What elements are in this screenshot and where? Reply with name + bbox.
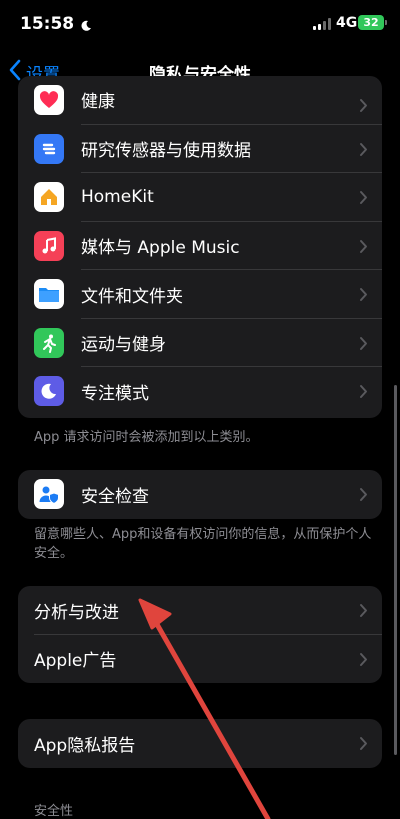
fitness-icon bbox=[34, 327, 64, 358]
row-safety-check[interactable]: 安全检查 bbox=[18, 470, 382, 519]
focus-moon-icon bbox=[80, 17, 92, 36]
chevron-right-icon bbox=[359, 384, 368, 403]
chevron-right-icon bbox=[359, 652, 368, 671]
row-analytics-improvements[interactable]: 分析与改进 bbox=[18, 586, 382, 635]
row-files-folders[interactable]: 文件和文件夹 bbox=[18, 270, 382, 319]
row-label: 运动与健身 bbox=[81, 335, 166, 356]
scroll-indicator bbox=[394, 385, 397, 755]
row-label: 媒体与 Apple Music bbox=[81, 238, 240, 259]
moon-icon bbox=[34, 376, 64, 407]
row-motion-fitness[interactable]: 运动与健身 bbox=[18, 319, 382, 367]
chevron-right-icon bbox=[359, 142, 368, 161]
chevron-right-icon bbox=[359, 190, 368, 209]
row-homekit[interactable]: HomeKit bbox=[18, 173, 382, 222]
row-health[interactable]: 健康 bbox=[18, 76, 382, 125]
safety-check-icon bbox=[34, 479, 64, 510]
row-label: 健康 bbox=[81, 92, 115, 112]
row-label: 分析与改进 bbox=[34, 602, 119, 623]
analytics-group: 分析与改进 Apple广告 bbox=[18, 586, 382, 683]
row-apple-advertising[interactable]: Apple广告 bbox=[18, 635, 382, 684]
row-media-music[interactable]: 媒体与 Apple Music bbox=[18, 222, 382, 270]
safety-footnote: 留意哪些人、App和设备有权访问你的信息，从而保护个人安全。 bbox=[34, 527, 372, 561]
music-note-icon bbox=[34, 230, 64, 261]
apps-footnote: App 请求访问时会被添加到以上类别。 bbox=[34, 430, 259, 445]
chevron-right-icon bbox=[359, 603, 368, 622]
security-section-header: 安全性 bbox=[34, 804, 74, 819]
chevron-right-icon bbox=[359, 336, 368, 355]
row-focus[interactable]: 专注模式 bbox=[18, 367, 382, 416]
safety-check-group: 安全检查 bbox=[18, 470, 382, 519]
network-type: 4G bbox=[336, 15, 358, 31]
row-label: HomeKit bbox=[81, 187, 154, 208]
status-bar: 15:58 4G 32 bbox=[0, 0, 400, 50]
row-label: 安全检查 bbox=[81, 486, 149, 507]
chevron-right-icon bbox=[359, 239, 368, 258]
row-label: Apple广告 bbox=[34, 651, 117, 672]
row-research-sensor[interactable]: 研究传感器与使用数据 bbox=[18, 125, 382, 173]
heart-icon bbox=[34, 85, 64, 115]
chevron-right-icon bbox=[359, 98, 368, 117]
home-icon bbox=[34, 182, 64, 213]
row-app-privacy-report[interactable]: App隐私报告 bbox=[18, 719, 382, 768]
cellular-signal-icon bbox=[313, 18, 333, 30]
row-label: 文件和文件夹 bbox=[81, 286, 183, 307]
row-label: 研究传感器与使用数据 bbox=[81, 141, 251, 162]
battery-level: 32 bbox=[363, 16, 379, 29]
chevron-right-icon bbox=[359, 487, 368, 506]
status-time: 15:58 bbox=[20, 14, 75, 34]
privacy-report-group: App隐私报告 bbox=[18, 719, 382, 768]
row-label: App隐私报告 bbox=[34, 735, 136, 756]
folder-icon bbox=[34, 279, 64, 310]
battery-cap bbox=[385, 20, 387, 25]
app-permissions-group: 健康 研究传感器与使用数据 HomeKit 媒体与 Apple Music 文件… bbox=[18, 76, 382, 418]
battery-icon: 32 bbox=[358, 15, 384, 30]
chevron-right-icon bbox=[359, 736, 368, 755]
research-icon bbox=[34, 133, 64, 164]
row-label: 专注模式 bbox=[81, 383, 149, 404]
chevron-right-icon bbox=[359, 287, 368, 306]
